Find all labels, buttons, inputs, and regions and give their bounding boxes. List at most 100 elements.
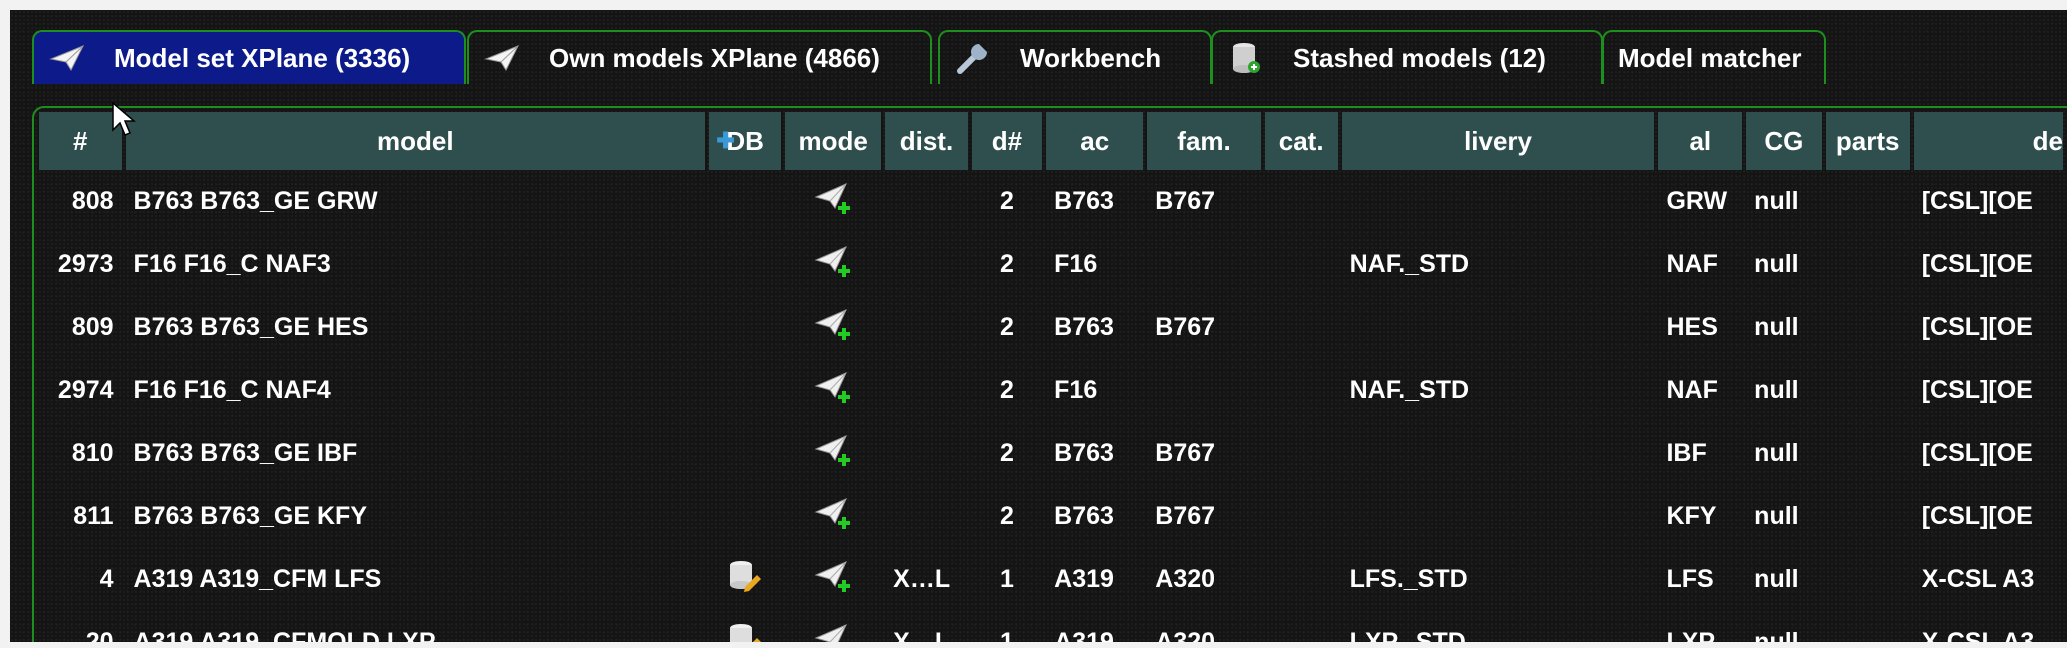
tab-own-models-xplane[interactable]: Own models XPlane (4866) [467, 30, 932, 84]
cell-fam: A320 [1155, 628, 1216, 642]
cell-cat [1265, 296, 1338, 359]
cell-al: NAF [1666, 250, 1718, 278]
tab-label: Model set XPlane (3336) [114, 42, 411, 73]
cell-cg: null [1754, 565, 1799, 593]
cell-parts [1826, 359, 1910, 422]
column-header-parts[interactable]: parts [1825, 112, 1910, 170]
tab-model-matcher[interactable]: Model matcher [1602, 30, 1826, 84]
column-header-model[interactable]: model [125, 112, 706, 170]
cell-ac: A319 [1054, 565, 1114, 593]
tab-model-set-xplane[interactable]: Model set XPlane (3336) [32, 30, 466, 84]
column-header-description[interactable]: de [1913, 112, 2063, 170]
cell-model: B763 B763_GE GRW [133, 187, 378, 215]
column-header-ac[interactable]: ac [1046, 112, 1144, 170]
cell-cg: null [1754, 439, 1799, 467]
column-header-livery[interactable]: livery [1341, 112, 1655, 170]
table-row[interactable]: 810 B763 B763_GE IBF 2 B763 B767 IBF null [CSL]… [39, 422, 2063, 485]
cell-fam [1147, 359, 1260, 422]
cell-model: B763 B763_GE KFY [133, 502, 367, 530]
table-row[interactable]: 2973 F16 F16_C NAF3 2 F16 NAF._STD NAF null [CS… [39, 233, 2063, 296]
database-icon [1227, 41, 1265, 75]
cell-model: A319 A319_CFM LFS [133, 565, 382, 593]
column-header-db[interactable]: ✚ DB [709, 112, 782, 170]
tab-label: Model matcher [1618, 42, 1802, 73]
cell-model: B763 B763_GE HES [133, 313, 369, 341]
table-header-row: # model ✚ DB mode dist. d# ac fam. cat. l… [39, 112, 2063, 170]
column-header-family[interactable]: fam. [1147, 112, 1261, 170]
wrench-icon [954, 41, 992, 75]
cell-ac: B763 [1054, 313, 1114, 341]
cell-livery [1342, 170, 1655, 233]
cell-cat [1265, 548, 1338, 611]
db-edit-icon [727, 561, 763, 599]
cell-dnum: 2 [999, 439, 1014, 467]
cell-dnum: 2 [999, 250, 1014, 278]
cell-cg: null [1754, 250, 1799, 278]
cell-fam: B767 [1155, 439, 1216, 467]
column-header-id[interactable]: # [39, 112, 122, 170]
cell-model: A319 A319_CFMOLD LXP [133, 628, 436, 642]
mouse-cursor-icon [112, 102, 136, 136]
mode-add-plane-icon [785, 611, 881, 642]
cell-parts [1826, 233, 1910, 296]
column-header-cg[interactable]: CG [1746, 112, 1822, 170]
tab-label: Own models XPlane (4866) [549, 42, 880, 73]
cell-cat [1265, 422, 1338, 485]
cell-id: 808 [71, 187, 114, 215]
cell-fam: B767 [1155, 187, 1216, 215]
table-row[interactable]: 2974 F16 F16_C NAF4 2 F16 NAF._STD NAF null [CS… [39, 359, 2063, 422]
cell-de: [CSL][OE [1921, 313, 2033, 341]
cell-livery [1342, 485, 1655, 548]
cell-livery: NAF._STD [1349, 376, 1470, 404]
cell-id: 20 [85, 628, 114, 642]
cell-ac: F16 [1054, 376, 1098, 404]
cell-dist [885, 233, 968, 296]
cell-livery: LXP._STD [1349, 628, 1466, 642]
cell-dnum: 2 [999, 376, 1014, 404]
cell-ac: B763 [1054, 439, 1114, 467]
cell-cg: null [1754, 376, 1799, 404]
table-row[interactable]: 809 B763 B763_GE HES 2 B763 B767 HES null [CSL]… [39, 296, 2063, 359]
column-header-category[interactable]: cat. [1264, 112, 1338, 170]
table-row[interactable]: 808 B763 B763_GE GRW 2 B763 B767 GRW null [CSL]… [39, 170, 2063, 233]
cell-livery: LFS._STD [1349, 565, 1468, 593]
cell-id: 2974 [57, 376, 114, 404]
tab-stashed-models[interactable]: Stashed models (12) [1211, 30, 1603, 84]
cell-al: IBF [1666, 439, 1707, 467]
cell-dist [885, 485, 968, 548]
cell-cg: null [1754, 187, 1799, 215]
cell-id: 811 [73, 502, 114, 530]
db-edit-icon [727, 624, 763, 642]
mode-add-plane-icon [785, 170, 881, 233]
cell-de: [CSL][OE [1921, 502, 2033, 530]
sort-indicator-icon: ✚ [716, 127, 735, 153]
cell-dnum: 1 [999, 565, 1014, 593]
cell-db [709, 170, 781, 233]
plane-icon [483, 41, 521, 75]
table-row[interactable]: 811 B763 B763_GE KFY 2 B763 B767 KFY null [CSL]… [39, 485, 2063, 548]
cell-cg: null [1754, 628, 1799, 642]
cell-cat [1265, 611, 1338, 642]
table-row[interactable]: 4 A319 A319_CFM LFS X…L 1 A319 A320 LFS._STD LF… [39, 548, 2063, 611]
cell-fam [1147, 233, 1260, 296]
tab-label: Workbench [1020, 42, 1162, 73]
cell-ac: F16 [1054, 250, 1098, 278]
column-header-dnum[interactable]: d# [971, 112, 1043, 170]
cell-de: X-CSL A3 [1921, 565, 2035, 593]
cell-fam: A320 [1155, 565, 1216, 593]
column-header-mode[interactable]: mode [785, 112, 882, 170]
cell-ac: B763 [1054, 502, 1114, 530]
mode-add-plane-icon [785, 296, 881, 359]
column-header-airline[interactable]: al [1658, 112, 1743, 170]
cell-cat [1265, 170, 1338, 233]
cell-livery [1342, 296, 1655, 359]
cell-al: LXP [1666, 628, 1716, 642]
cell-fam: B767 [1155, 313, 1216, 341]
cell-db [709, 611, 781, 642]
cell-dist [885, 359, 968, 422]
models-table: # model ✚ DB mode dist. d# ac fam. cat. l… [35, 112, 2067, 642]
cell-cat [1265, 485, 1338, 548]
table-row[interactable]: 20 A319 A319_CFMOLD LXP X…L 1 A319 A320 LXP._S… [39, 611, 2063, 642]
column-header-dist[interactable]: dist. [885, 112, 968, 170]
tab-workbench[interactable]: Workbench [938, 30, 1212, 84]
